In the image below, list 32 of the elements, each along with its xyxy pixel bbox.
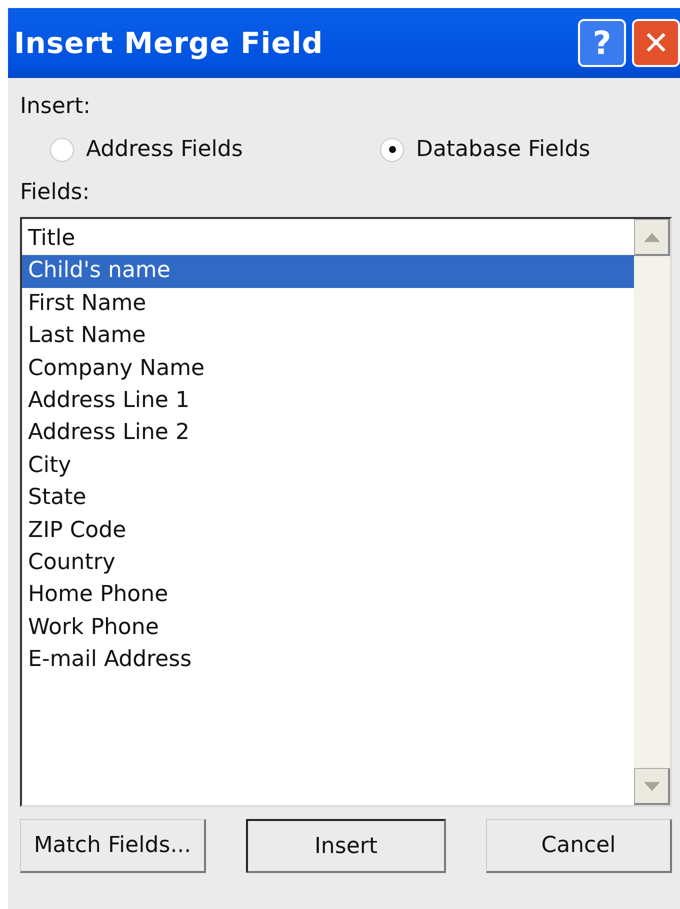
radio-label[interactable]: Address Fields xyxy=(86,137,243,162)
close-button[interactable]: ✕ xyxy=(632,19,680,67)
help-button[interactable]: ? xyxy=(578,19,626,67)
list-item[interactable]: Title xyxy=(22,223,634,256)
window-title: Insert Merge Field xyxy=(14,26,324,60)
radio-button[interactable] xyxy=(380,138,404,162)
dialog-button[interactable]: Cancel xyxy=(486,819,672,873)
list-item[interactable]: Country xyxy=(22,546,634,580)
list-item[interactable]: Last Name xyxy=(22,320,634,353)
list-item[interactable]: ZIP Code xyxy=(22,514,634,547)
list-item[interactable]: Child's name xyxy=(22,255,634,288)
scrollbar[interactable] xyxy=(634,219,670,805)
list-item[interactable]: Work Phone xyxy=(22,612,634,644)
up-triangle-icon xyxy=(644,232,660,242)
down-triangle-icon xyxy=(644,782,660,790)
list-item[interactable]: First Name xyxy=(22,288,634,320)
insert-label: Insert: xyxy=(20,94,92,119)
scroll-down-button[interactable] xyxy=(634,768,670,805)
list-item[interactable]: Address Line 2 xyxy=(22,417,634,450)
list-item[interactable]: Home Phone xyxy=(22,579,634,612)
radio-label[interactable]: Database Fields xyxy=(416,137,590,162)
fields-label: Fields: xyxy=(20,180,91,205)
list-item[interactable]: Company Name xyxy=(22,352,634,385)
dialog-button[interactable]: Insert xyxy=(246,819,446,873)
radio-button[interactable] xyxy=(50,138,74,162)
scroll-up-button[interactable] xyxy=(634,219,670,256)
list-item[interactable]: State xyxy=(22,482,634,515)
fields-list[interactable]: Title Child's name First Name Last Name Company Name Address Line 1 Address Line 2 City State ZIP Code Country Home Phone Work Phone E-mail Address xyxy=(20,217,672,807)
dialog-button[interactable]: Match Fields... xyxy=(20,819,206,873)
list-item[interactable]: Address Line 1 xyxy=(22,384,634,418)
list-item[interactable]: E-mail Address xyxy=(22,644,634,676)
list-item[interactable]: City xyxy=(22,450,634,482)
